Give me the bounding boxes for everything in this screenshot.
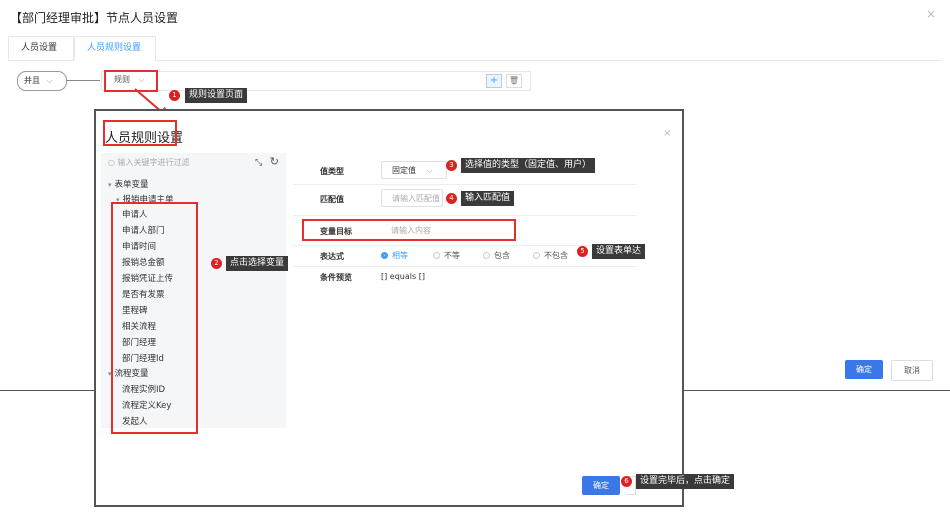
refresh-icon[interactable]: ↻	[270, 155, 279, 168]
inner-close-icon[interactable]: ×	[663, 128, 671, 139]
radio-not-contains[interactable]: 不包含	[533, 250, 568, 261]
callout-tip-2: 点击选择变量	[226, 256, 289, 271]
highlight-box-fields	[111, 202, 198, 434]
preview-label: 条件预览	[320, 273, 352, 282]
value-type-value: 固定值	[392, 166, 416, 175]
collapse-icon[interactable]: ⤡	[255, 158, 262, 168]
radio-unchecked-icon	[483, 252, 490, 259]
tree-node-label: 表单变量	[114, 180, 149, 190]
callout-tip-1: 规则设置页面	[185, 88, 248, 103]
tree-search-placeholder: 输入关键字进行过滤	[117, 158, 190, 167]
callout-badge-3: 3	[446, 160, 457, 171]
callout-tip-5: 设置表单达	[592, 244, 646, 259]
radio-label: 相等	[392, 251, 408, 260]
callout-badge-2: 2	[211, 258, 222, 269]
callout-tip-3: 选择值的类型（固定值、用户）	[461, 158, 596, 173]
tree-tools: ⤡ ↻	[255, 155, 279, 168]
radio-checked-icon	[381, 252, 388, 259]
expression-label: 表达式	[320, 252, 344, 261]
callout-badge-4: 4	[446, 193, 457, 204]
match-label: 匹配值	[320, 195, 344, 204]
tree-node-form-vars[interactable]: ▾ 表单变量	[108, 178, 149, 190]
radio-label: 不包含	[544, 251, 568, 260]
callout-badge-6: 6	[621, 476, 632, 487]
highlight-box-target	[302, 219, 516, 241]
inner-ok-button[interactable]: 确定	[582, 476, 620, 495]
chevron-down-icon: ⌵	[426, 166, 433, 175]
callout-tip-4: 输入匹配值	[461, 191, 515, 206]
value-type-label: 值类型	[320, 167, 344, 176]
condition-preview: [] equals []	[381, 272, 425, 281]
callout-badge-5: 5	[577, 246, 588, 257]
highlight-box-title	[103, 120, 177, 146]
tree-search-input[interactable]: ○ 输入关键字进行过滤	[108, 157, 190, 168]
callout-tip-6: 设置完毕后，点击确定	[636, 474, 735, 489]
radio-label: 包含	[494, 251, 510, 260]
search-icon: ○	[108, 158, 118, 167]
value-type-select[interactable]: 固定值 ⌵	[381, 161, 447, 179]
callout-badge-1: 1	[169, 90, 180, 101]
radio-unchecked-icon	[533, 252, 540, 259]
caret-down-icon: ▾	[108, 181, 112, 189]
radio-label: 不等	[444, 251, 460, 260]
radio-not-equals[interactable]: 不等	[433, 250, 460, 261]
radio-contains[interactable]: 包含	[483, 250, 510, 261]
match-value-input[interactable]: 请输入匹配值	[381, 189, 443, 207]
radio-equals[interactable]: 相等	[381, 250, 408, 261]
radio-unchecked-icon	[433, 252, 440, 259]
